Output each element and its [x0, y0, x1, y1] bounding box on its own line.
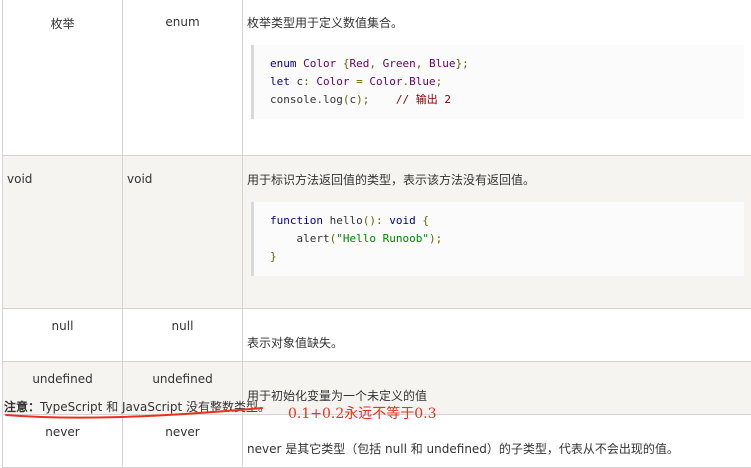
code-line: } — [270, 248, 744, 266]
type-keyword: enum — [165, 15, 199, 29]
type-name-cell: null — [3, 309, 123, 362]
type-description-cell: 枚举类型用于定义数值集合。 enum Color {Red, Green, Bl… — [243, 0, 751, 156]
code-line: enum Color {Red, Green, Blue}; — [270, 55, 744, 73]
type-keyword-cell: void — [123, 156, 243, 309]
code-line: function hello(): void { — [270, 212, 744, 230]
type-description: 表示对象值缺失。 — [247, 325, 751, 351]
type-name-cell: void — [3, 156, 123, 309]
type-keyword-cell: never — [123, 415, 243, 468]
type-name: undefined — [32, 372, 92, 386]
type-description: never 是其它类型（包括 null 和 undefined）的子类型，代表从… — [247, 431, 751, 457]
handwritten-annotation: 0.1+0.2永远不等于0.3 — [288, 403, 437, 423]
table-row-void: void void 用于标识方法返回值的类型，表示该方法没有返回值。 funct… — [3, 156, 751, 309]
type-keyword-cell: null — [123, 309, 243, 362]
type-name: null — [52, 319, 74, 333]
type-keyword-cell: enum — [123, 0, 243, 156]
table-row-enum: 枚举 enum 枚举类型用于定义数值集合。 enum Color {Red, G… — [3, 0, 751, 156]
type-keyword: null — [172, 319, 194, 333]
red-underline-mark — [0, 405, 270, 421]
type-name: void — [7, 172, 32, 186]
type-name: 枚举 — [50, 17, 74, 31]
type-name-cell: never — [3, 415, 123, 468]
type-description: 用于标识方法返回值的类型，表示该方法没有返回值。 — [247, 172, 751, 188]
table-row-null: null null 表示对象值缺失。 — [3, 309, 751, 362]
code-line: alert("Hello Runoob"); — [270, 230, 744, 248]
type-name: never — [45, 425, 79, 439]
type-keyword: undefined — [152, 372, 212, 386]
type-keyword: never — [165, 425, 199, 439]
type-keyword: void — [127, 172, 152, 186]
type-description: 用于初始化变量为一个未定义的值 — [247, 378, 751, 404]
type-description: 枚举类型用于定义数值集合。 — [247, 15, 751, 31]
code-line: console.log(c); // 输出 2 — [270, 91, 744, 109]
type-name-cell: 枚举 — [3, 0, 123, 156]
type-description-cell: 表示对象值缺失。 — [243, 309, 751, 362]
code-block-void: function hello(): void { alert("Hello Ru… — [251, 202, 744, 276]
code-block-enum: enum Color {Red, Green, Blue};let c: Col… — [251, 45, 744, 119]
code-line: let c: Color = Color.Blue; — [270, 73, 744, 91]
type-description-cell: 用于标识方法返回值的类型，表示该方法没有返回值。 function hello(… — [243, 156, 751, 309]
